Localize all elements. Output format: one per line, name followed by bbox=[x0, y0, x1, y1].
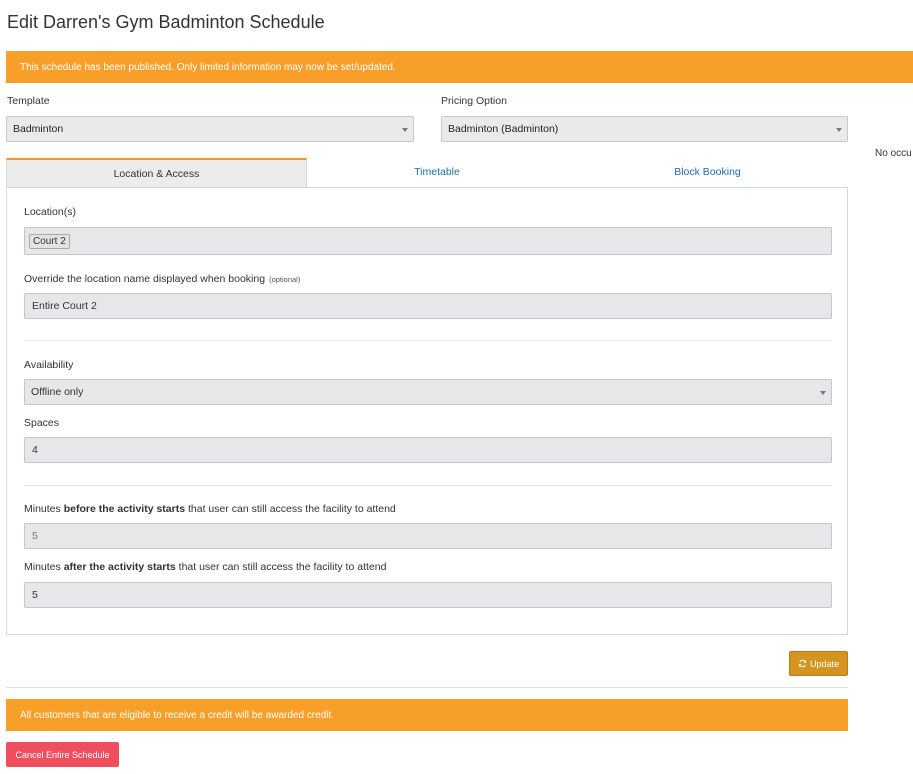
credit-alert: All customers that are eligible to recei… bbox=[6, 699, 848, 731]
access-before-value: 5 bbox=[32, 530, 38, 542]
tab-label: Location & Access bbox=[113, 167, 200, 180]
location-tag[interactable]: Court 2 bbox=[29, 233, 70, 249]
override-location-input[interactable]: Entire Court 2 bbox=[24, 293, 832, 319]
published-alert-text: This schedule has been published. Only l… bbox=[20, 61, 396, 73]
divider bbox=[24, 340, 832, 341]
divider bbox=[6, 687, 848, 688]
spaces-label: Spaces bbox=[24, 417, 60, 429]
optional-hint: (optional) bbox=[269, 275, 301, 284]
access-before-label-prefix: Minutes bbox=[24, 503, 64, 515]
access-after-label-prefix: Minutes bbox=[24, 561, 64, 573]
side-note: No occu bbox=[875, 148, 912, 159]
locations-multiselect[interactable]: Court 2 bbox=[24, 227, 832, 255]
locations-label: Location(s) bbox=[24, 206, 76, 218]
spaces-input[interactable]: 4 bbox=[24, 437, 832, 463]
template-select-value: Badminton bbox=[13, 123, 64, 135]
pricing-option-select[interactable]: Badminton (Badminton) bbox=[441, 116, 848, 142]
spaces-value: 4 bbox=[32, 444, 38, 456]
refresh-icon bbox=[798, 659, 807, 668]
divider bbox=[24, 485, 832, 486]
tab-location-access[interactable]: Location & Access bbox=[6, 158, 307, 187]
location-access-panel: Location(s) Court 2 Override the locatio… bbox=[6, 187, 848, 635]
template-select[interactable]: Badminton bbox=[6, 116, 414, 142]
published-alert: This schedule has been published. Only l… bbox=[6, 51, 913, 83]
availability-label: Availability bbox=[24, 359, 74, 371]
tab-label: Block Booking bbox=[674, 165, 741, 178]
caret-down-icon bbox=[402, 128, 408, 132]
update-button-label: Update bbox=[809, 658, 840, 669]
caret-down-icon bbox=[836, 128, 842, 132]
template-label: Template bbox=[7, 95, 50, 107]
availability-select-value: Offline only bbox=[31, 386, 84, 398]
access-before-label: Minutes before the activity starts that … bbox=[24, 503, 396, 515]
override-location-label-text: Override the location name displayed whe… bbox=[24, 273, 266, 285]
credit-alert-text: All customers that are eligible to recei… bbox=[20, 709, 335, 721]
access-after-value: 5 bbox=[32, 589, 38, 601]
access-after-input[interactable]: 5 bbox=[24, 582, 832, 608]
access-before-label-bold: before the activity starts bbox=[63, 503, 186, 515]
override-location-value: Entire Court 2 bbox=[32, 300, 97, 312]
tab-label: Timetable bbox=[414, 165, 460, 178]
tab-timetable[interactable]: Timetable bbox=[307, 157, 567, 186]
page-title: Edit Darren's Gym Badminton Schedule bbox=[7, 12, 325, 32]
pricing-option-label: Pricing Option bbox=[441, 95, 507, 107]
availability-select[interactable]: Offline only bbox=[24, 379, 832, 405]
override-location-label: Override the location name displayed whe… bbox=[24, 273, 300, 285]
access-after-label-bold: after the activity starts bbox=[63, 561, 176, 573]
update-button[interactable]: Update bbox=[789, 651, 848, 676]
pricing-option-select-value: Badminton (Badminton) bbox=[448, 123, 559, 135]
access-before-label-suffix: that user can still access the facility … bbox=[185, 503, 396, 515]
access-after-label: Minutes after the activity starts that u… bbox=[24, 561, 386, 573]
caret-down-icon bbox=[820, 391, 826, 395]
access-after-label-suffix: that user can still access the facility … bbox=[175, 561, 387, 573]
cancel-entire-schedule-button[interactable]: Cancel Entire Schedule bbox=[6, 742, 119, 767]
cancel-entire-schedule-label: Cancel Entire Schedule bbox=[15, 749, 110, 760]
access-before-input[interactable]: 5 bbox=[24, 523, 832, 549]
tab-block-booking[interactable]: Block Booking bbox=[567, 157, 848, 186]
